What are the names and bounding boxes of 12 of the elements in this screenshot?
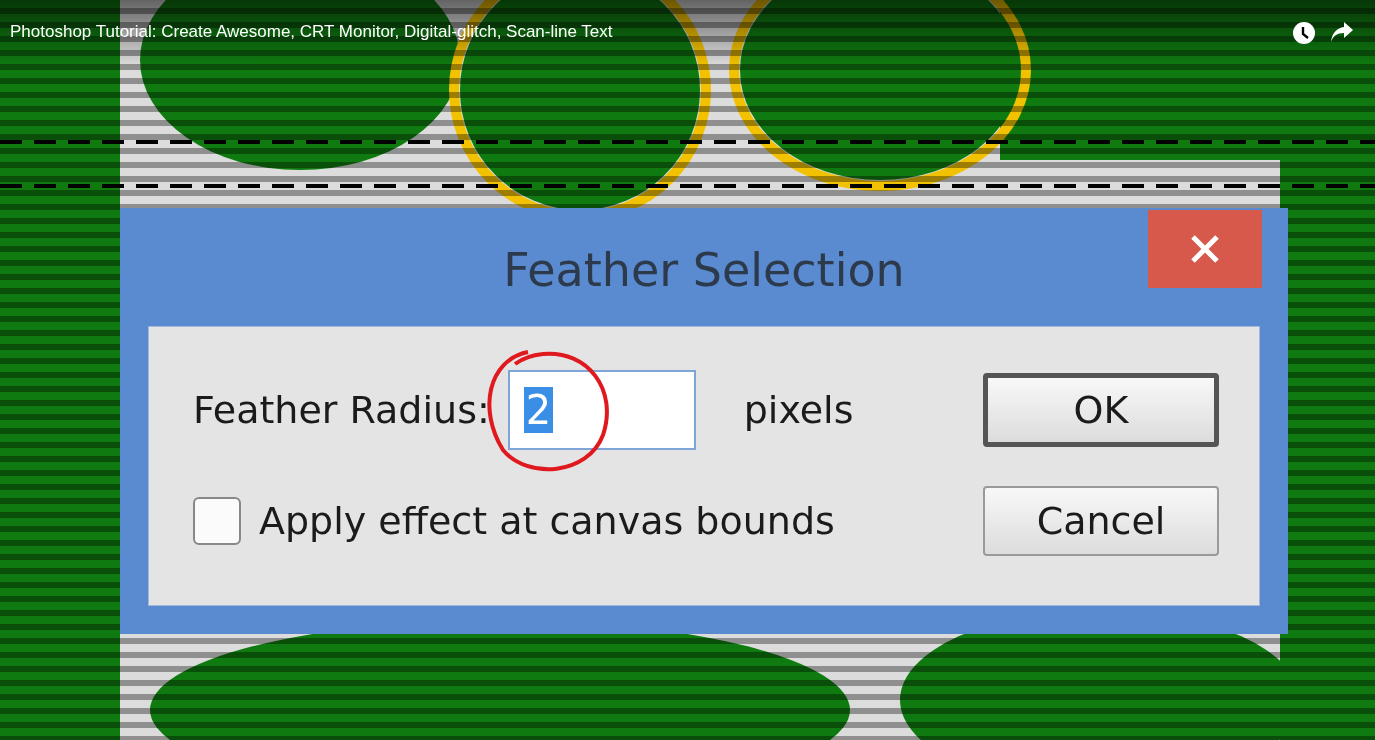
cancel-button[interactable]: Cancel [983,485,1219,556]
checkbox[interactable] [193,496,241,545]
radius-label: Feather Radius: [193,387,490,432]
close-button[interactable] [1148,210,1262,288]
close-icon [1190,234,1220,264]
radius-value: 2 [523,386,554,433]
ok-button[interactable]: OK [983,372,1219,447]
unit-label: pixels [743,387,854,432]
checkbox-label: Apply effect at canvas bounds [259,498,835,543]
clock-icon[interactable] [1293,22,1315,44]
dialog-title: Feather Selection [503,242,905,297]
share-arrow-icon[interactable] [1331,22,1353,42]
